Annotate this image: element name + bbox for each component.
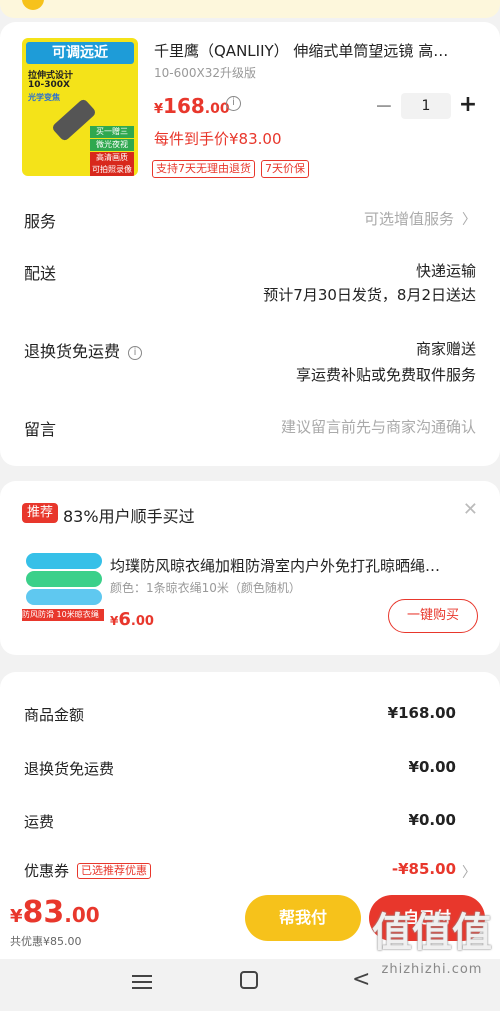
recommend-title[interactable]: 均璞防风晾衣绳加粗防滑室内户外免打孔晾晒绳…	[110, 555, 480, 576]
quantity-field[interactable]: 1	[401, 93, 451, 119]
chevron-right-icon[interactable]: 〉	[462, 862, 476, 882]
return-shipping-value: ¥0.00	[408, 758, 456, 776]
price-integer: 168	[163, 94, 205, 118]
service-row[interactable]: 可选增值服务〉	[364, 208, 476, 229]
shipping-value: ¥0.00	[408, 811, 456, 829]
delivery-method[interactable]: 快递运输	[416, 260, 476, 281]
return-label: 退换货免运费	[24, 342, 121, 361]
recommend-image[interactable]: 防风防滑 10米晾衣绳	[22, 549, 104, 625]
price-decimal: .00	[130, 614, 154, 629]
site-watermark: 值值值 zhizhizhi.com	[372, 900, 492, 988]
price-currency: ¥	[10, 906, 23, 927]
recommend-tag: 推荐	[22, 503, 59, 523]
delivery-label: 配送	[24, 264, 57, 283]
product-spec[interactable]: 10-600X32升级版	[154, 64, 256, 81]
product-price: ¥168.00	[154, 94, 230, 118]
total-price: ¥83.00	[10, 895, 100, 930]
image-feature: 买一赠三	[90, 126, 134, 138]
recommend-heading: 83%用户顺手买过	[63, 507, 195, 526]
home-icon[interactable]	[240, 971, 258, 989]
rope-graphic	[26, 589, 102, 605]
image-feature: 可拍照录像	[90, 164, 134, 176]
recommend-spec: 颜色：1条晾衣绳10米（颜色随机）	[110, 581, 301, 595]
price-protect-badge: 7天价保	[261, 160, 309, 178]
price-integer: 6	[118, 609, 131, 630]
message-input[interactable]: 建议留言前先与商家沟通确认	[281, 416, 476, 437]
coupon-label: 优惠券	[24, 862, 70, 880]
info-icon[interactable]: i	[128, 346, 143, 360]
coupon-tag: 已选推荐优惠	[77, 863, 152, 879]
product-image[interactable]: 可调远近 拉伸式设计 10-300X 光学变焦 买一赠三 微光夜视 高清画质 可…	[22, 38, 138, 176]
recommend-price: ¥6.00	[110, 609, 154, 630]
goods-amount-label: 商品金额	[24, 706, 85, 724]
header-icon	[22, 0, 44, 10]
summary-card: 商品金额 ¥168.00 退换货免运费 ¥0.00 运费 ¥0.00 优惠券 已选…	[0, 672, 500, 902]
coupon-row[interactable]: 优惠券 已选推荐优惠	[24, 860, 152, 881]
watermark-logo: 值值值	[372, 910, 492, 956]
chevron-right-icon: 〉	[462, 212, 476, 228]
return-value-2: 享运费补贴或免费取件服务	[295, 366, 476, 384]
per-item-price: 每件到手价¥83.00	[154, 130, 282, 148]
image-line: 10-300X	[28, 80, 70, 90]
image-line: 光学变焦	[28, 93, 60, 102]
menu-icon[interactable]	[132, 971, 152, 993]
image-headline: 可调远近	[26, 42, 134, 64]
rope-graphic	[26, 553, 102, 569]
price-currency: ¥	[154, 102, 164, 117]
return-label-row: 退换货免运费 i	[24, 338, 143, 362]
return-shipping-label: 退换货免运费	[24, 760, 115, 778]
product-card: 可调远近 拉伸式设计 10-300X 光学变焦 买一赠三 微光夜视 高清画质 可…	[0, 22, 500, 466]
coupon-value[interactable]: -¥85.00	[392, 860, 456, 878]
recommend-card: 推荐 83%用户顺手买过 ✕ 防风防滑 10米晾衣绳 均璞防风晾衣绳加粗防滑室内…	[0, 481, 500, 655]
price-decimal: .00	[64, 903, 100, 927]
delivery-time: 预计7月30日发货，8月2日送达	[263, 286, 476, 304]
goods-amount-value: ¥168.00	[387, 704, 456, 722]
help-pay-button[interactable]: 帮我付	[245, 895, 361, 941]
total-discount: 共优惠¥85.00	[10, 935, 82, 948]
service-badges: 支持7天无理由退货 7天价保	[152, 160, 309, 178]
back-icon[interactable]: <	[352, 967, 370, 992]
quantity-plus-button[interactable]: +	[456, 92, 480, 117]
image-feature: 微光夜视	[90, 139, 134, 151]
top-strip	[0, 0, 500, 18]
one-click-buy-button[interactable]: 一键购买	[388, 599, 478, 633]
watermark-text: zhizhizhi.com	[381, 962, 483, 977]
price-integer: 83	[22, 895, 65, 930]
price-info-icon[interactable]: i	[226, 96, 241, 111]
product-title[interactable]: 千里鹰（QANLIIY） 伸缩式单筒望远镜 高…	[154, 40, 480, 61]
rope-graphic	[26, 571, 102, 587]
shipping-label: 运费	[24, 813, 55, 831]
recommend-image-label: 防风防滑 10米晾衣绳	[22, 609, 104, 621]
quantity-minus-button[interactable]: −	[374, 94, 394, 119]
image-feature: 高清画质	[90, 152, 134, 164]
return-badge: 支持7天无理由退货	[152, 160, 255, 178]
return-value-1: 商家赠送	[415, 340, 476, 358]
service-value: 可选增值服务	[363, 210, 454, 228]
message-label: 留言	[24, 420, 57, 439]
service-label: 服务	[24, 212, 57, 231]
close-icon[interactable]: ✕	[463, 499, 478, 520]
